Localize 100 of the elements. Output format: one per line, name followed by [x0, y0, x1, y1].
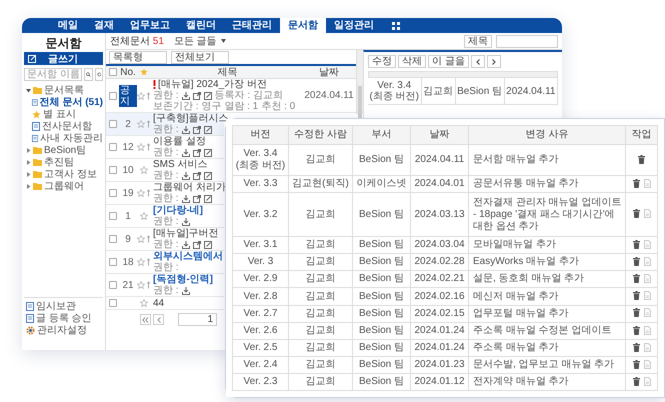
- document-title[interactable]: [매뉴얼]구버전: [153, 228, 219, 239]
- trash-icon[interactable]: [632, 308, 640, 318]
- nav-tab[interactable]: 근태관리: [224, 18, 280, 33]
- document-title[interactable]: 이용률 설정: [153, 136, 206, 147]
- edit-icon[interactable]: [204, 126, 212, 134]
- document-row[interactable]: 12 이용률 설정 권한 :: [106, 136, 224, 159]
- checkbox[interactable]: [108, 235, 116, 243]
- share-icon[interactable]: [192, 194, 201, 202]
- document-title[interactable]: [독점형-인력]: [153, 274, 213, 285]
- star-icon[interactable]: [137, 281, 145, 289]
- previous-button[interactable]: [470, 55, 485, 68]
- star-icon[interactable]: [137, 92, 145, 100]
- document-row[interactable]: 1 [기다랑-네] 권한 :: [106, 205, 224, 228]
- document-row[interactable]: 44: [106, 297, 224, 310]
- checkbox[interactable]: [108, 120, 116, 128]
- star-icon[interactable]: [137, 143, 145, 151]
- checkbox[interactable]: [108, 299, 116, 307]
- checkbox[interactable]: [108, 68, 116, 76]
- tree-item[interactable]: 문서목록: [24, 84, 103, 96]
- edit-icon[interactable]: [204, 240, 212, 248]
- tree-item[interactable]: 추진팀: [24, 156, 103, 168]
- checkbox[interactable]: [108, 92, 116, 100]
- first-page-button[interactable]: [140, 314, 151, 325]
- search-field[interactable]: [496, 34, 558, 48]
- trash-icon[interactable]: [632, 342, 640, 352]
- trash-icon[interactable]: [632, 274, 640, 284]
- previous-page-button[interactable]: [153, 314, 164, 325]
- page-field[interactable]: 1: [178, 313, 217, 326]
- download-icon[interactable]: [182, 240, 190, 248]
- trash-icon[interactable]: [632, 326, 640, 335]
- tree-item[interactable]: 그룹웨어: [24, 180, 103, 192]
- trash-icon[interactable]: [632, 178, 640, 188]
- document-title[interactable]: [기다랑-네]: [153, 205, 203, 216]
- search-field[interactable]: 문서함 이름: [24, 68, 82, 81]
- download-icon[interactable]: [182, 218, 190, 226]
- download-icon[interactable]: [182, 194, 190, 202]
- checkbox[interactable]: [108, 258, 116, 266]
- filter-dropdown[interactable]: 목록형: [109, 50, 167, 64]
- trash-icon[interactable]: [638, 154, 645, 164]
- sidebar-link[interactable]: 관리자설정: [24, 324, 103, 336]
- document-row[interactable]: 19 그룹웨어 처리가 권한 :: [106, 182, 224, 205]
- document-row[interactable]: 18 외부시스템에서 권한 :: [106, 251, 224, 274]
- document-title[interactable]: 외부시스템에서: [153, 251, 223, 262]
- trash-icon[interactable]: [632, 209, 640, 218]
- checkbox[interactable]: [108, 166, 116, 174]
- trash-icon[interactable]: [632, 360, 640, 369]
- filter-dropdown[interactable]: 전체보기: [171, 50, 229, 64]
- star-icon[interactable]: [137, 258, 145, 266]
- nav-tab[interactable]: 캘린더: [178, 18, 224, 33]
- menu-dropdown[interactable]: 이 글을: [428, 55, 469, 68]
- tree-item[interactable]: BeSion팀: [24, 144, 103, 156]
- trash-icon[interactable]: [632, 376, 640, 386]
- tree-item[interactable]: 고객사 정보: [24, 168, 103, 180]
- star-icon[interactable]: [140, 212, 148, 220]
- nav-tab[interactable]: 업무보고: [122, 18, 178, 33]
- edit-icon[interactable]: [204, 172, 212, 180]
- nav-tab[interactable]: 일정관리: [326, 18, 382, 33]
- trash-icon[interactable]: [632, 291, 640, 300]
- sidebar-link[interactable]: 임시보관: [24, 300, 103, 312]
- checkbox[interactable]: [108, 281, 116, 289]
- share-icon[interactable]: [192, 92, 201, 100]
- share-icon[interactable]: [192, 148, 201, 156]
- tree-item[interactable]: 별 표시: [24, 108, 103, 120]
- download-icon[interactable]: [182, 172, 190, 180]
- star-icon[interactable]: [137, 189, 145, 197]
- document-title[interactable]: 그룹웨어 처리가: [153, 182, 226, 193]
- document-row[interactable]: 21 [독점형-인력] 권한 :: [106, 274, 224, 297]
- nav-tab[interactable]: 메일: [50, 18, 86, 33]
- refresh-icon[interactable]: [94, 68, 103, 81]
- download-icon[interactable]: [182, 148, 190, 156]
- sidebar-link[interactable]: 글 등록 승인: [24, 312, 103, 324]
- document-title[interactable]: 44: [153, 298, 164, 308]
- search-icon[interactable]: [84, 68, 92, 81]
- download-icon[interactable]: [182, 126, 190, 134]
- next-button[interactable]: [486, 55, 501, 68]
- nav-tab[interactable]: 문서함: [280, 18, 326, 33]
- checkbox[interactable]: [108, 212, 116, 220]
- star-icon[interactable]: [137, 235, 145, 243]
- nav-tab[interactable]: 결재: [86, 18, 122, 33]
- action-button[interactable]: 삭제: [398, 55, 426, 68]
- star-icon[interactable]: [140, 299, 148, 307]
- edit-icon[interactable]: [204, 148, 212, 156]
- share-icon[interactable]: [192, 240, 201, 248]
- trash-icon[interactable]: [632, 240, 640, 250]
- share-icon[interactable]: [192, 126, 201, 134]
- tree-item[interactable]: 전체 문서 (51): [24, 96, 103, 108]
- download-icon[interactable]: [182, 92, 190, 100]
- document-title[interactable]: SMS 서비스: [153, 159, 208, 170]
- edit-icon[interactable]: [204, 92, 212, 100]
- search-scope-dropdown[interactable]: 제목: [464, 34, 492, 48]
- star-icon[interactable]: [137, 120, 145, 128]
- star-icon[interactable]: [140, 166, 148, 174]
- tree-item[interactable]: 사내 자동관리: [24, 132, 103, 144]
- download-icon[interactable]: [182, 286, 190, 294]
- document-title[interactable]: [매뉴얼] 2024_가장 버전: [158, 79, 267, 90]
- edit-icon[interactable]: [204, 194, 212, 202]
- share-icon[interactable]: [192, 172, 201, 180]
- action-button[interactable]: 수정: [368, 55, 396, 68]
- tree-item[interactable]: 전사문서함: [24, 120, 103, 132]
- write-button[interactable]: 글쓰기: [24, 52, 103, 65]
